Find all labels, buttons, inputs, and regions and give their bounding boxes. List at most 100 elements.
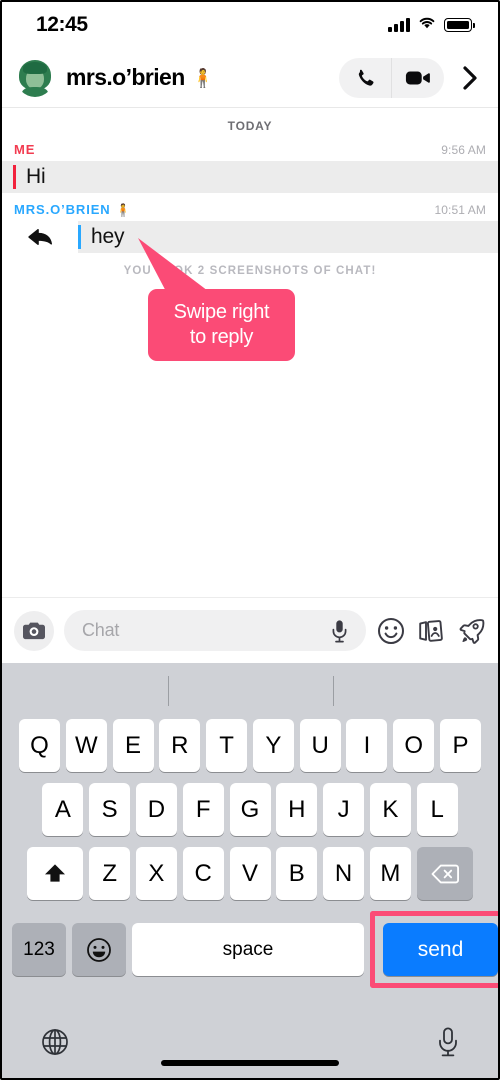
backspace-key[interactable] xyxy=(416,847,473,900)
message-bubble[interactable]: Hi xyxy=(2,161,498,193)
key-s[interactable]: S xyxy=(89,783,131,836)
camera-button[interactable] xyxy=(14,610,54,651)
message-sender: ME xyxy=(14,142,36,157)
backspace-delete-icon xyxy=(431,864,459,883)
key-t[interactable]: T xyxy=(206,719,248,772)
key-b[interactable]: B xyxy=(276,847,318,900)
key-o[interactable]: O xyxy=(393,719,435,772)
keyboard-row-4: 123 space send xyxy=(2,911,498,988)
message-header: ME 9:56 AM xyxy=(2,142,498,157)
key-x[interactable]: X xyxy=(135,847,177,900)
reply-arrow-icon xyxy=(28,229,53,245)
message-sender-emoji: 🧍 xyxy=(115,203,131,217)
key-g[interactable]: G xyxy=(229,783,271,836)
key-a[interactable]: A xyxy=(42,783,84,836)
key-n[interactable]: N xyxy=(323,847,365,900)
chat-input-field[interactable]: Chat xyxy=(64,610,366,651)
conversation-header: mrs.o’brien 🧍 xyxy=(2,48,498,108)
message-row[interactable]: hey xyxy=(2,221,498,253)
numeric-key[interactable]: 123 xyxy=(12,923,66,976)
dictation-microphone-icon xyxy=(439,1027,457,1056)
key-q[interactable]: Q xyxy=(18,719,60,772)
message-time: 10:51 AM xyxy=(434,203,486,217)
screenshot-notice: YOU TOOK 2 SCREENSHOTS OF CHAT! xyxy=(123,265,377,277)
phone-screen: 12:45 mrs.o’brien 🧍 TODAY ME 9:56 AM Hi … xyxy=(0,0,500,1080)
key-i[interactable]: I xyxy=(346,719,388,772)
message-sender: MRS.O’BRIEN xyxy=(14,202,111,217)
message-text: hey xyxy=(91,225,125,248)
status-bar: 12:45 xyxy=(2,2,498,48)
avatar[interactable] xyxy=(16,59,54,97)
cameo-cards-button[interactable] xyxy=(416,617,446,645)
predictive-divider xyxy=(168,676,169,706)
key-w[interactable]: W xyxy=(65,719,107,772)
globe-language-icon xyxy=(42,1028,68,1055)
keyboard-row-1: QWERTYUIOP xyxy=(2,719,498,772)
key-v[interactable]: V xyxy=(229,847,271,900)
key-e[interactable]: E xyxy=(112,719,154,772)
chat-input-placeholder: Chat xyxy=(82,620,120,640)
audio-call-button[interactable] xyxy=(339,58,391,98)
dictation-button[interactable] xyxy=(436,1026,460,1063)
space-key[interactable]: space xyxy=(132,923,364,976)
home-indicator xyxy=(161,1060,339,1066)
phone-call-icon xyxy=(358,69,374,86)
microphone-icon xyxy=(332,619,346,642)
key-p[interactable]: P xyxy=(440,719,482,772)
smiley-sticker-icon xyxy=(378,617,404,644)
rocket-button[interactable] xyxy=(456,617,486,645)
microphone-button[interactable] xyxy=(324,619,354,643)
predictive-divider xyxy=(333,676,334,706)
key-h[interactable]: H xyxy=(276,783,318,836)
cameo-cards-icon xyxy=(419,619,443,642)
callout-line-1: Swipe right xyxy=(173,301,270,323)
battery-full-icon xyxy=(444,18,476,32)
key-j[interactable]: J xyxy=(323,783,365,836)
next-chevron-button[interactable] xyxy=(454,65,484,91)
chevron-right-icon xyxy=(463,65,477,90)
key-c[interactable]: C xyxy=(182,847,224,900)
page-title[interactable]: mrs.o’brien xyxy=(66,64,185,91)
day-divider: TODAY xyxy=(227,119,273,133)
shift-up-arrow-icon xyxy=(45,863,66,882)
status-time: 12:45 xyxy=(36,13,88,36)
message-time: 9:56 AM xyxy=(441,143,486,157)
keyboard-row-2: ASDFGHJKL xyxy=(2,783,498,836)
key-f[interactable]: F xyxy=(182,783,224,836)
key-z[interactable]: Z xyxy=(89,847,131,900)
shift-key[interactable] xyxy=(27,847,84,900)
video-call-icon xyxy=(405,71,430,84)
key-l[interactable]: L xyxy=(416,783,458,836)
video-call-button[interactable] xyxy=(392,58,444,98)
callout-line-2: to reply xyxy=(189,326,254,348)
callout-tooltip: Swipe right to reply xyxy=(148,289,295,361)
emoji-smiley-icon xyxy=(87,937,111,962)
message-row[interactable]: Hi xyxy=(2,161,498,193)
message-header: MRS.O’BRIEN 🧍 10:51 AM xyxy=(2,202,498,217)
sticker-button[interactable] xyxy=(376,617,406,645)
message-text: Hi xyxy=(26,165,46,188)
key-k[interactable]: K xyxy=(369,783,411,836)
message-bubble[interactable]: hey xyxy=(78,221,498,253)
username-emoji: 🧍 xyxy=(191,67,215,88)
camera-icon xyxy=(23,622,45,639)
cellular-bars-icon xyxy=(388,17,410,32)
globe-button[interactable] xyxy=(40,1027,70,1062)
status-indicators xyxy=(388,16,476,34)
wifi-icon xyxy=(418,16,436,34)
emoji-key[interactable] xyxy=(72,923,126,976)
key-d[interactable]: D xyxy=(135,783,177,836)
keyboard-bottom-bar xyxy=(2,1008,498,1078)
key-r[interactable]: R xyxy=(159,719,201,772)
chat-input-bar: Chat xyxy=(2,597,498,663)
key-y[interactable]: Y xyxy=(252,719,294,772)
call-pill xyxy=(339,57,444,98)
keyboard-row-3: ZXCVBNM xyxy=(2,847,498,900)
send-key[interactable]: send xyxy=(383,923,498,976)
key-u[interactable]: U xyxy=(299,719,341,772)
rocket-icon xyxy=(459,618,485,644)
send-key-highlight: send xyxy=(370,911,498,988)
predictive-bar[interactable] xyxy=(2,663,498,719)
key-m[interactable]: M xyxy=(369,847,411,900)
reply-arrow-button[interactable] xyxy=(2,221,78,253)
